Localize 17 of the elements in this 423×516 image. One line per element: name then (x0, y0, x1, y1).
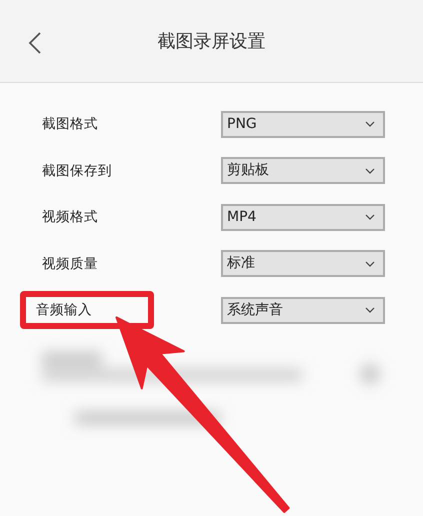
setting-label: 视频格式 (42, 208, 99, 228)
setting-label: 截图格式 (42, 115, 99, 134)
setting-label: 音频输入 (36, 301, 93, 320)
dropdown[interactable]: PNG (221, 110, 385, 138)
dropdown[interactable]: 系统声音 (221, 296, 385, 324)
dropdown[interactable]: 剪贴板 (221, 157, 385, 184)
dropdown[interactable]: MP4 (221, 204, 385, 231)
caret-icon (365, 168, 375, 174)
back-icon[interactable] (28, 30, 42, 54)
caret-icon (365, 307, 375, 314)
dropdown[interactable]: 标准 (221, 250, 385, 278)
setting-label: 截图保存到 (42, 162, 113, 181)
setting-label: 视频质量 (42, 254, 99, 274)
caret-icon (365, 214, 375, 220)
page-title: 截图录屏设置 (158, 30, 266, 54)
caret-icon (365, 260, 375, 267)
caret-icon (365, 121, 375, 128)
